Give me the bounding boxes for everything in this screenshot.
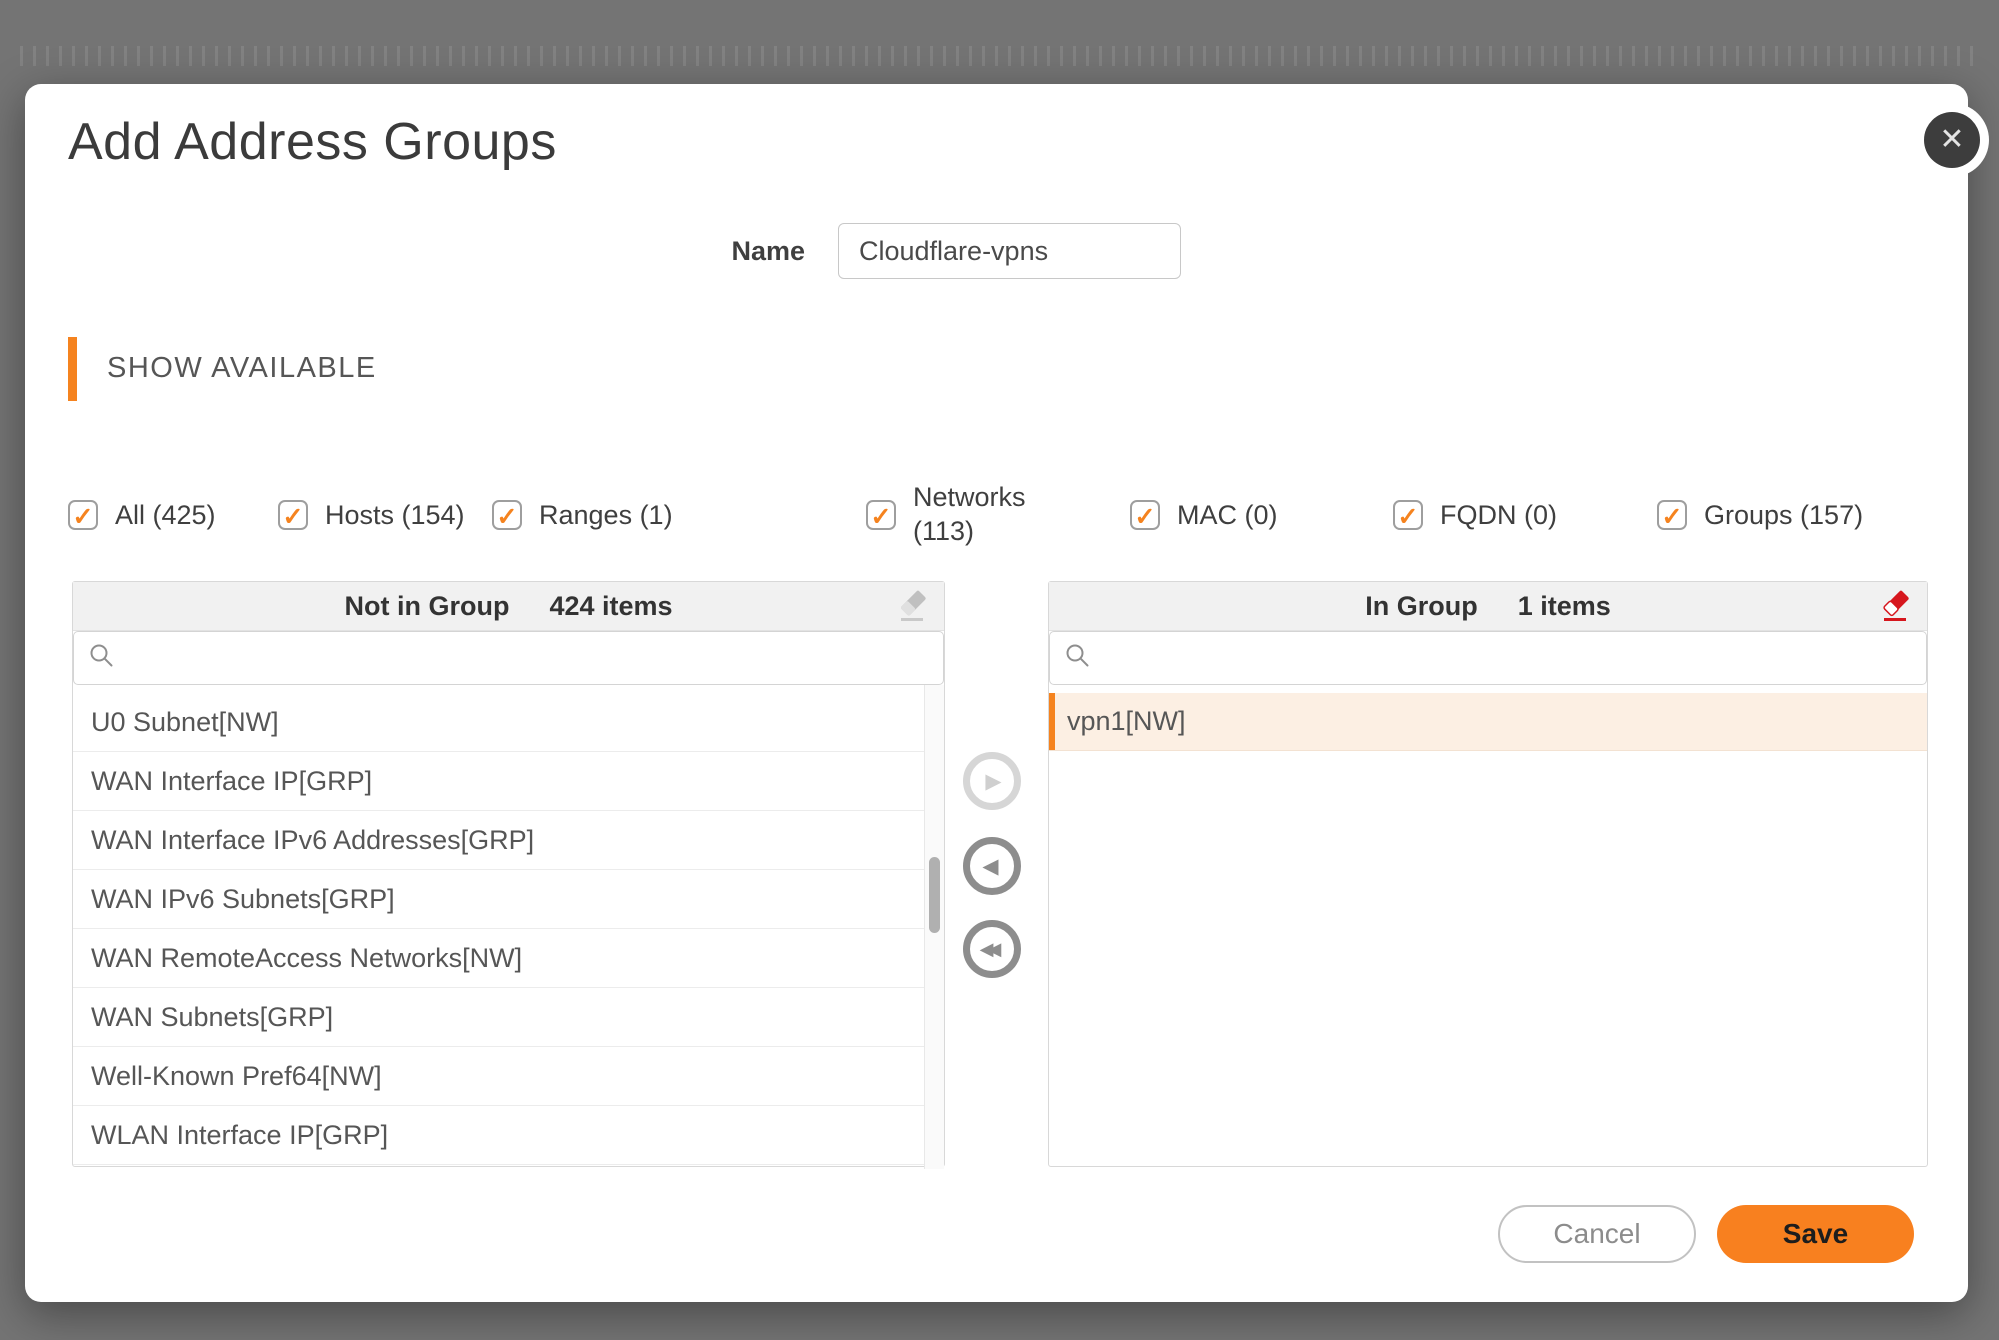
scrollbar-track[interactable] xyxy=(924,685,944,1169)
checkbox-icon[interactable] xyxy=(1130,500,1160,530)
scrollbar-thumb[interactable] xyxy=(929,857,940,933)
add-address-groups-dialog: Add Address Groups ✕ Name SHOW AVAILABLE… xyxy=(25,84,1968,1302)
list-item[interactable]: WAN RemoteAccess Networks[NW] xyxy=(73,929,924,988)
filter-label: Networks (113) xyxy=(913,481,1045,549)
filter-hosts-154[interactable]: Hosts (154) xyxy=(278,459,465,571)
list-item-label: U0 Subnet[NW] xyxy=(91,707,279,738)
page-title: Add Address Groups xyxy=(68,112,557,172)
checkbox-icon[interactable] xyxy=(68,500,98,530)
checkbox-icon[interactable] xyxy=(866,500,896,530)
remove-from-group-button[interactable]: ◀ xyxy=(963,837,1021,895)
filter-label: All (425) xyxy=(115,500,216,531)
list-item-label: vpn1[NW] xyxy=(1067,706,1186,737)
list-item[interactable]: vpn1[NW] xyxy=(1049,693,1927,751)
double-arrow-left-icon: ◀◀ xyxy=(980,940,996,958)
filter-mac-0[interactable]: MAC (0) xyxy=(1130,459,1278,571)
list-item[interactable]: WAN Interface IPv6 Addresses[GRP] xyxy=(73,811,924,870)
save-button[interactable]: Save xyxy=(1717,1205,1914,1263)
section-accent-bar xyxy=(68,337,77,401)
search-input[interactable] xyxy=(127,631,943,685)
in-group-panel: In Group 1 items vpn1[N xyxy=(1048,581,1928,1167)
list-item[interactable]: WAN Subnets[GRP] xyxy=(73,988,924,1047)
clear-group-eraser-icon[interactable] xyxy=(1879,588,1913,624)
clear-selection-eraser-icon[interactable] xyxy=(896,588,930,624)
arrow-left-icon: ◀ xyxy=(982,856,998,877)
filter-fqdn-0[interactable]: FQDN (0) xyxy=(1393,459,1557,571)
filter-label: Groups (157) xyxy=(1704,500,1863,531)
panel-title: Not in Group xyxy=(344,591,509,622)
list-item-label: WAN Interface IPv6 Addresses[GRP] xyxy=(91,825,534,856)
list-item[interactable]: U0 Subnet[NW] xyxy=(73,693,924,752)
close-icon: ✕ xyxy=(1939,125,1964,155)
checkbox-icon[interactable] xyxy=(278,500,308,530)
in-group-header: In Group 1 items xyxy=(1049,582,1927,631)
list-item[interactable]: WAN Interface IP[GRP] xyxy=(73,752,924,811)
filter-label: MAC (0) xyxy=(1177,500,1278,531)
name-field-label: Name xyxy=(615,236,805,267)
list-item-label: WAN IPv6 Subnets[GRP] xyxy=(91,884,395,915)
list-item-label: Well-Known Pref64[NW] xyxy=(91,1061,382,1092)
in-group-list: vpn1[NW] xyxy=(1049,685,1927,1169)
search-icon xyxy=(88,642,115,674)
filter-groups-157[interactable]: Groups (157) xyxy=(1657,459,1863,571)
list-item-label: WAN Subnets[GRP] xyxy=(91,1002,333,1033)
filter-ranges-1[interactable]: Ranges (1) xyxy=(492,459,673,571)
list-item[interactable]: WAN IPv6 Subnets[GRP] xyxy=(73,870,924,929)
filter-label: FQDN (0) xyxy=(1440,500,1557,531)
background-pattern xyxy=(20,46,1979,66)
search-icon xyxy=(1064,642,1091,674)
close-button[interactable]: ✕ xyxy=(1924,112,1980,168)
section-header: SHOW AVAILABLE xyxy=(107,352,377,385)
cancel-button[interactable]: Cancel xyxy=(1498,1205,1696,1263)
not-in-group-list: U0 Subnet[NW] WAN Interface IP[GRP] WAN In… xyxy=(73,685,944,1169)
panel-item-count: 424 items xyxy=(549,591,672,622)
list-item-label: WAN RemoteAccess Networks[NW] xyxy=(91,943,522,974)
filter-row: All (425) Hosts (154) Ranges (1) Networks (… xyxy=(25,459,1968,571)
name-input[interactable] xyxy=(838,223,1181,279)
checkbox-icon[interactable] xyxy=(1657,500,1687,530)
checkbox-icon[interactable] xyxy=(492,500,522,530)
filter-label: Hosts (154) xyxy=(325,500,465,531)
not-in-group-panel: Not in Group 424 items xyxy=(72,581,945,1167)
panel-item-count: 1 items xyxy=(1518,591,1611,622)
list-item[interactable]: Well-Known Pref64[NW] xyxy=(73,1047,924,1106)
list-item-label: WLAN Interface IP[GRP] xyxy=(91,1120,388,1151)
not-in-group-header: Not in Group 424 items xyxy=(73,582,944,631)
list-item[interactable]: WLAN Interface IP[GRP] xyxy=(73,1106,924,1165)
filter-networks-113[interactable]: Networks (113) xyxy=(866,459,1045,571)
in-group-search xyxy=(1049,631,1927,685)
checkbox-icon[interactable] xyxy=(1393,500,1423,530)
search-input[interactable] xyxy=(1103,631,1926,685)
list-item-label: WAN Interface IP[GRP] xyxy=(91,766,372,797)
filter-all-425[interactable]: All (425) xyxy=(68,459,216,571)
arrow-right-icon: ▶ xyxy=(985,771,1001,792)
filter-label: Ranges (1) xyxy=(539,500,673,531)
move-to-group-button[interactable]: ▶ xyxy=(963,752,1021,810)
remove-all-from-group-button[interactable]: ◀◀ xyxy=(963,920,1021,978)
not-in-group-search xyxy=(73,631,944,685)
panel-title: In Group xyxy=(1365,591,1477,622)
